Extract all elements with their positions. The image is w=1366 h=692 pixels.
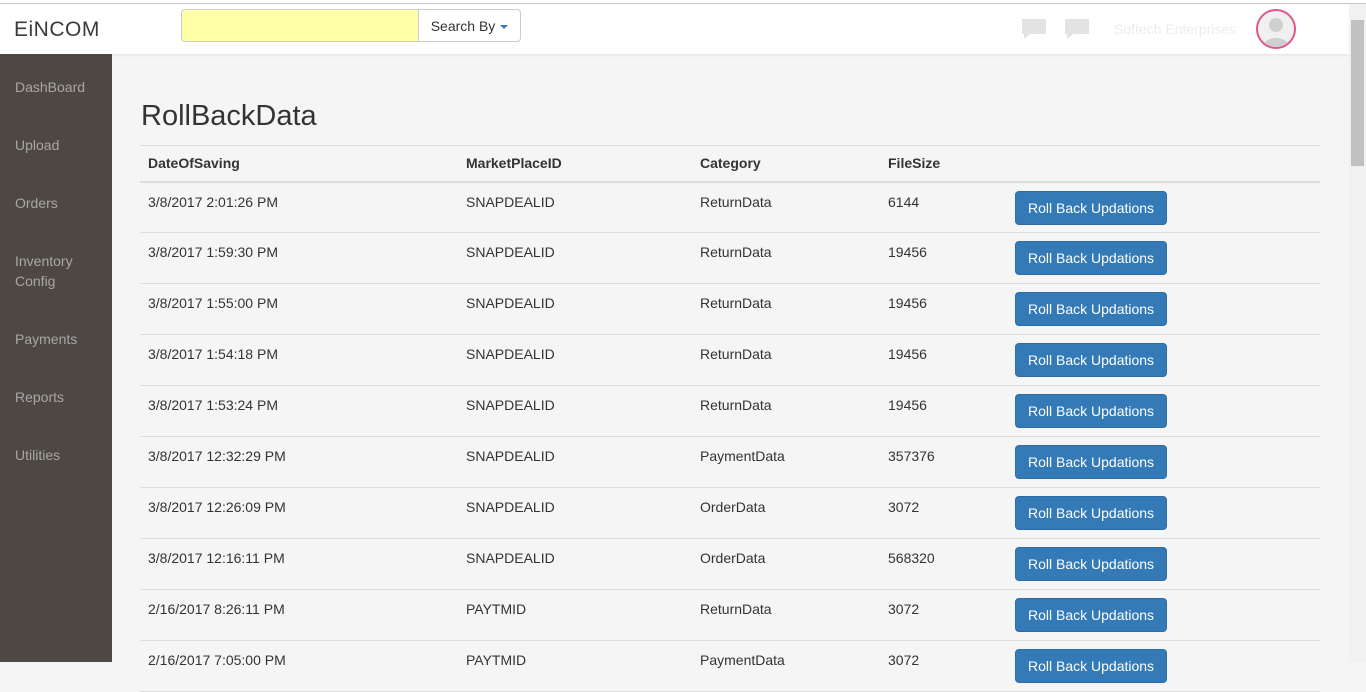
cell-filesize: 19456 — [880, 283, 1007, 335]
column-header-action — [1007, 145, 1320, 183]
cell-marketplace: SNAPDEALID — [458, 436, 692, 488]
roll-back-button[interactable]: Roll Back Updations — [1015, 241, 1168, 275]
cell-action: Roll Back Updations — [1007, 487, 1320, 539]
user-name[interactable]: Softech Enterprises — [1114, 21, 1236, 37]
table-header-row: DateOfSaving MarketPlaceID Category File… — [140, 145, 1320, 183]
caret-down-icon — [500, 24, 509, 29]
cell-date: 3/8/2017 12:32:29 PM — [140, 436, 458, 488]
cell-category: OrderData — [692, 487, 880, 539]
user-avatar-icon[interactable] — [1256, 9, 1296, 49]
sidebar-item-reports[interactable]: Reports — [15, 387, 107, 407]
roll-back-button[interactable]: Roll Back Updations — [1015, 649, 1168, 683]
cell-date: 3/8/2017 12:26:09 PM — [140, 487, 458, 539]
messages-icon[interactable] — [1064, 18, 1090, 40]
cell-action: Roll Back Updations — [1007, 436, 1320, 488]
vertical-scrollbar[interactable] — [1349, 4, 1366, 662]
cell-marketplace: SNAPDEALID — [458, 334, 692, 386]
top-header: EiNCOM Search By Softech Enterprises — [0, 4, 1349, 54]
column-header-date: DateOfSaving — [140, 145, 458, 183]
cell-marketplace: SNAPDEALID — [458, 181, 692, 233]
cell-filesize: 3072 — [880, 589, 1007, 641]
roll-back-button[interactable]: Roll Back Updations — [1015, 394, 1168, 428]
cell-action: Roll Back Updations — [1007, 283, 1320, 335]
cell-action: Roll Back Updations — [1007, 640, 1320, 692]
cell-marketplace: SNAPDEALID — [458, 538, 692, 590]
cell-category: ReturnData — [692, 181, 880, 233]
roll-back-button[interactable]: Roll Back Updations — [1015, 292, 1168, 326]
cell-filesize: 568320 — [880, 538, 1007, 590]
sidebar-item-utilities[interactable]: Utilities — [15, 445, 107, 465]
cell-filesize: 3072 — [880, 487, 1007, 539]
cell-category: OrderData — [692, 538, 880, 590]
cell-action: Roll Back Updations — [1007, 589, 1320, 641]
cell-action: Roll Back Updations — [1007, 385, 1320, 437]
column-header-category: Category — [692, 145, 880, 183]
cell-date: 2/16/2017 8:26:11 PM — [140, 589, 458, 641]
cell-filesize: 19456 — [880, 385, 1007, 437]
column-header-marketplace: MarketPlaceID — [458, 145, 692, 183]
page-title: RollBackData — [141, 100, 317, 132]
cell-action: Roll Back Updations — [1007, 334, 1320, 386]
sidebar-item-upload[interactable]: Upload — [15, 135, 107, 155]
cell-filesize: 19456 — [880, 334, 1007, 386]
cell-category: PaymentData — [692, 436, 880, 488]
cell-date: 3/8/2017 1:59:30 PM — [140, 232, 458, 284]
cell-filesize: 357376 — [880, 436, 1007, 488]
cell-filesize: 3072 — [880, 640, 1007, 692]
table-row: 3/8/2017 1:53:24 PM SNAPDEALID ReturnDat… — [140, 385, 1320, 437]
cell-category: ReturnData — [692, 283, 880, 335]
table-row: 2/16/2017 8:26:11 PM PAYTMID ReturnData … — [140, 589, 1320, 641]
cell-marketplace: SNAPDEALID — [458, 487, 692, 539]
cell-marketplace: PAYTMID — [458, 640, 692, 692]
cell-filesize: 6144 — [880, 181, 1007, 233]
table-row: 3/8/2017 1:59:30 PM SNAPDEALID ReturnDat… — [140, 232, 1320, 284]
table-row: 2/16/2017 7:05:00 PM PAYTMID PaymentData… — [140, 640, 1320, 692]
column-header-filesize: FileSize — [880, 145, 1007, 183]
search-by-label: Search By — [430, 17, 496, 34]
sidebar-item-inventory-config[interactable]: Inventory Config — [15, 251, 107, 291]
roll-back-button[interactable]: Roll Back Updations — [1015, 496, 1168, 530]
search-by-dropdown[interactable]: Search By — [418, 9, 521, 42]
roll-back-button[interactable]: Roll Back Updations — [1015, 190, 1168, 225]
roll-back-button[interactable]: Roll Back Updations — [1015, 445, 1168, 479]
cell-category: ReturnData — [692, 385, 880, 437]
cell-date: 2/16/2017 7:05:00 PM — [140, 640, 458, 692]
cell-category: ReturnData — [692, 232, 880, 284]
cell-action: Roll Back Updations — [1007, 181, 1320, 233]
roll-back-button[interactable]: Roll Back Updations — [1015, 598, 1168, 632]
chat-icon[interactable] — [1021, 18, 1047, 40]
sidebar-item-payments[interactable]: Payments — [15, 329, 107, 349]
cell-action: Roll Back Updations — [1007, 232, 1320, 284]
scrollbar-thumb[interactable] — [1351, 20, 1364, 166]
cell-filesize: 19456 — [880, 232, 1007, 284]
sidebar: DashBoard Upload Orders Inventory Config… — [0, 54, 112, 662]
roll-back-button[interactable]: Roll Back Updations — [1015, 547, 1168, 581]
rollback-table: DateOfSaving MarketPlaceID Category File… — [140, 145, 1320, 692]
table-row: 3/8/2017 12:16:11 PM SNAPDEALID OrderDat… — [140, 538, 1320, 590]
cell-category: ReturnData — [692, 589, 880, 641]
cell-date: 3/8/2017 1:55:00 PM — [140, 283, 458, 335]
cell-category: ReturnData — [692, 334, 880, 386]
cell-action: Roll Back Updations — [1007, 538, 1320, 590]
table-row: 3/8/2017 1:54:18 PM SNAPDEALID ReturnDat… — [140, 334, 1320, 386]
cell-marketplace: SNAPDEALID — [458, 232, 692, 284]
cell-date: 3/8/2017 1:54:18 PM — [140, 334, 458, 386]
table-row: 3/8/2017 12:26:09 PM SNAPDEALID OrderDat… — [140, 487, 1320, 539]
roll-back-button[interactable]: Roll Back Updations — [1015, 343, 1168, 377]
rollback-table-container: DateOfSaving MarketPlaceID Category File… — [140, 145, 1320, 692]
cell-marketplace: PAYTMID — [458, 589, 692, 641]
sidebar-item-orders[interactable]: Orders — [15, 193, 107, 213]
cell-marketplace: SNAPDEALID — [458, 283, 692, 335]
table-row: 3/8/2017 12:32:29 PM SNAPDEALID PaymentD… — [140, 436, 1320, 488]
cell-category: PaymentData — [692, 640, 880, 692]
brand-logo[interactable]: EiNCOM — [14, 18, 100, 42]
cell-date: 3/8/2017 1:53:24 PM — [140, 385, 458, 437]
cell-date: 3/8/2017 2:01:26 PM — [140, 181, 458, 233]
table-row: 3/8/2017 2:01:26 PM SNAPDEALID ReturnDat… — [140, 181, 1320, 233]
search-input[interactable] — [181, 9, 418, 42]
table-row: 3/8/2017 1:55:00 PM SNAPDEALID ReturnDat… — [140, 283, 1320, 335]
cell-date: 3/8/2017 12:16:11 PM — [140, 538, 458, 590]
cell-marketplace: SNAPDEALID — [458, 385, 692, 437]
sidebar-item-dashboard[interactable]: DashBoard — [15, 77, 107, 97]
